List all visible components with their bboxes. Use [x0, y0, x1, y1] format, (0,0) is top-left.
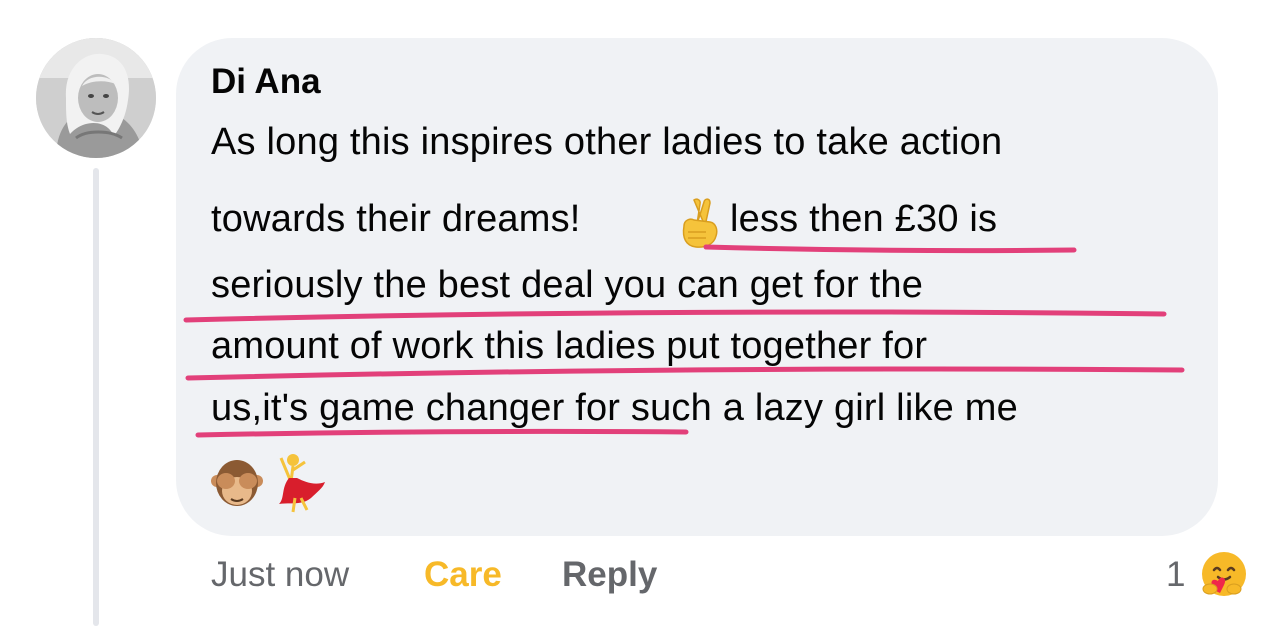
reaction-count[interactable]: 1	[1166, 555, 1185, 595]
comment-author[interactable]: Di Ana	[211, 62, 321, 102]
avatar-photo	[36, 38, 156, 158]
comment-text-line: less then £30 is	[730, 198, 998, 240]
avatar[interactable]	[36, 38, 156, 158]
dancing-woman-icon	[279, 454, 325, 513]
comment-thread: Di Ana As long this inspires other ladie…	[0, 0, 1284, 626]
crossed-fingers-icon	[682, 198, 718, 248]
care-hug-emoji-icon[interactable]	[1196, 547, 1252, 603]
comment-text-line: us,it's game changer for such a lazy gir…	[211, 387, 1018, 429]
comment-text-line: amount of work this ladies put together …	[211, 325, 928, 367]
thread-line	[93, 168, 99, 626]
comment-text-line: towards their dreams!	[211, 198, 581, 240]
comment-text-line: seriously the best deal you can get for …	[211, 264, 924, 306]
care-reaction-button[interactable]: Care	[424, 555, 502, 595]
reply-button[interactable]: Reply	[562, 555, 657, 595]
see-no-evil-monkey-icon	[211, 460, 263, 506]
comment-timestamp[interactable]: Just now	[211, 555, 349, 595]
comment-text-line: As long this inspires other ladies to ta…	[211, 121, 1003, 163]
